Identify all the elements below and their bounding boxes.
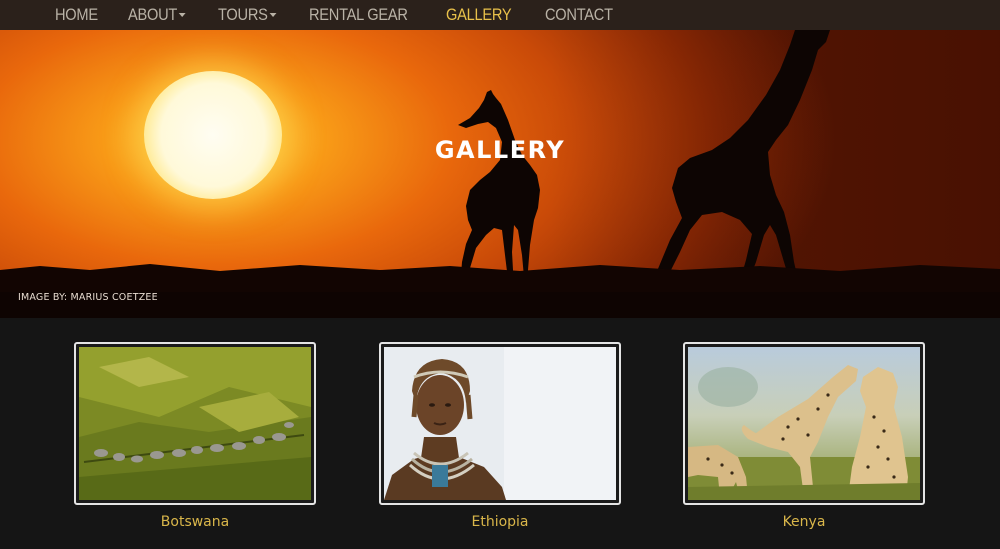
nav-home[interactable]: HOME <box>55 5 98 25</box>
caret-down-icon <box>178 13 186 17</box>
gallery-thumb[interactable] <box>379 342 621 505</box>
nav-rental-gear[interactable]: RENTAL GEAR <box>309 5 408 25</box>
gallery-label[interactable]: Kenya <box>683 514 925 530</box>
gallery-label[interactable]: Ethiopia <box>379 514 621 530</box>
nav-tours[interactable]: TOURS <box>218 5 277 25</box>
nav-about[interactable]: ABOUT <box>128 5 186 25</box>
main-nav: HOME ABOUT TOURS RENTAL GEAR GALLERY CON… <box>0 0 1000 30</box>
gallery-label[interactable]: Botswana <box>74 514 316 530</box>
hero-banner: GALLERY IMAGE BY: MARIUS COETZEE <box>0 30 1000 318</box>
caret-down-icon <box>269 13 277 17</box>
gallery-card-kenya[interactable]: Kenya <box>683 342 925 530</box>
cheetahs-playing-image <box>688 347 920 500</box>
giraffe-silhouettes-image <box>0 30 1000 318</box>
gallery-grid: Botswana Ethiopia Kenya <box>0 318 1000 549</box>
nav-gallery[interactable]: GALLERY <box>446 5 512 25</box>
gallery-thumb[interactable] <box>683 342 925 505</box>
gallery-card-botswana[interactable]: Botswana <box>74 342 316 530</box>
gallery-card-ethiopia[interactable]: Ethiopia <box>379 342 621 530</box>
elephant-herd-aerial-image <box>79 347 311 500</box>
nav-contact[interactable]: CONTACT <box>545 5 613 25</box>
image-credit: IMAGE BY: MARIUS COETZEE <box>18 292 158 303</box>
page-title: GALLERY <box>434 136 566 164</box>
gallery-thumb[interactable] <box>74 342 316 505</box>
portrait-woman-image <box>384 347 616 500</box>
